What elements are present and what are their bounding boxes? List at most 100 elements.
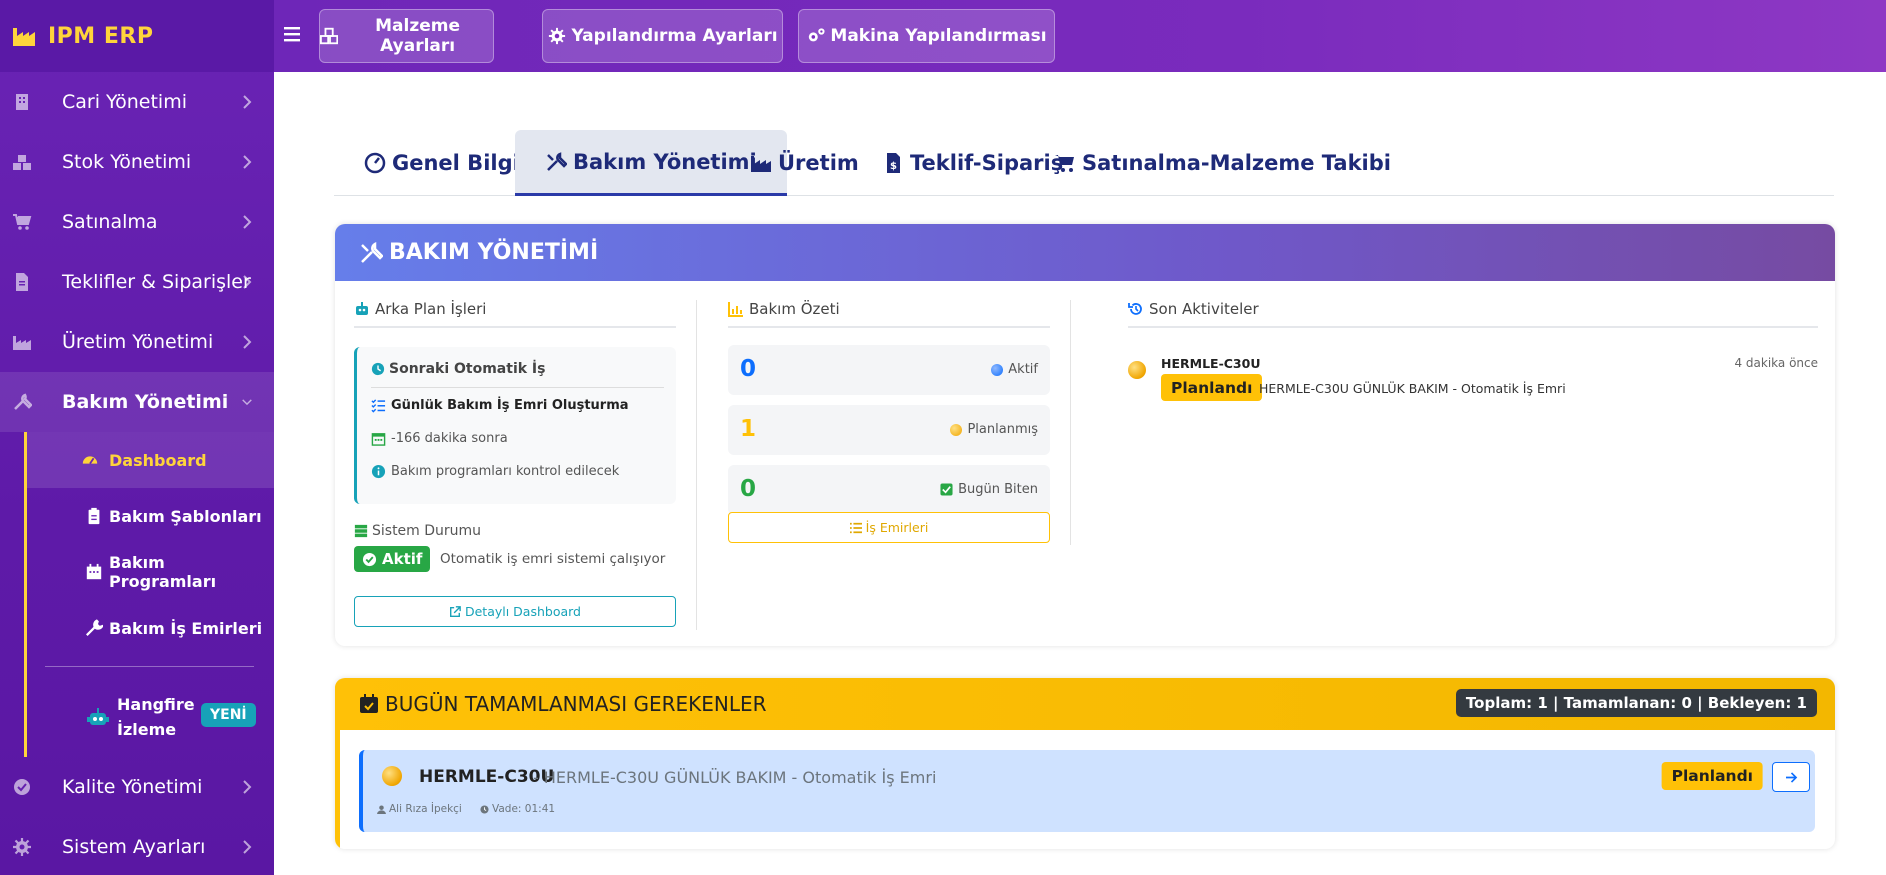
summary-label-text: Planlanmış: [967, 422, 1038, 437]
yapilandirma-ayarlari-button[interactable]: Yapılandırma Ayarları: [542, 9, 783, 63]
list-icon: [849, 522, 862, 533]
yellow-circle-icon: [1128, 361, 1146, 379]
sidebar-item-sistem[interactable]: Sistem Ayarları: [0, 817, 274, 875]
wrench-icon: [86, 619, 103, 636]
tab-satinalma-malzeme[interactable]: Satınalma-Malzeme Takibi: [1054, 130, 1391, 196]
hamburger-icon[interactable]: [284, 24, 306, 44]
submenu-divider: [45, 666, 254, 667]
task-description: - HERMLE-C30U GÜNLÜK BAKIM - Otomatik İş…: [533, 768, 937, 787]
heading-label: Son Aktiviteler: [1149, 300, 1259, 318]
clock-icon: [480, 804, 489, 814]
chevron-right-icon: [243, 780, 252, 794]
sidebar-item-label: Sistem Ayarları: [62, 836, 206, 858]
activity-description: HERMLE-C30U GÜNLÜK BAKIM - Otomatik İş E…: [1259, 381, 1566, 396]
makina-yapilandirmasi-button[interactable]: Makina Yapılandırması: [798, 9, 1055, 63]
sidebar-sub-label: Bakım Şablonları: [109, 506, 262, 526]
sidebar-item-stok[interactable]: Stok Yönetimi: [0, 132, 274, 192]
tools-icon: [361, 241, 383, 263]
sidebar-sub-label: Dashboard: [109, 450, 207, 470]
sidebar-sub-dashboard[interactable]: Dashboard: [27, 432, 274, 488]
sidebar-item-teklifler[interactable]: Teklifler & Siparişler: [0, 252, 274, 312]
sidebar-sub-sablonlar[interactable]: Bakım Şablonları: [27, 488, 274, 544]
job-name: Günlük Bakım İş Emri Oluşturma: [391, 398, 629, 413]
summary-label: Aktif: [991, 362, 1038, 377]
tab-label: Bakım Yönetimi: [573, 149, 757, 174]
sidebar-sub-label: Bakım İş Emirleri: [109, 618, 263, 638]
robot-icon: [87, 708, 109, 725]
work-orders-button[interactable]: İş Emirleri: [728, 512, 1050, 543]
summary-value: 0: [740, 476, 757, 502]
sidebar-sub-hangfire[interactable]: Hangfire İzleme YENİ: [27, 677, 274, 757]
top-navbar: Malzeme Ayarları Yapılandırma Ayarları M…: [274, 0, 1886, 72]
tab-uretim[interactable]: Üretim: [750, 130, 859, 196]
cart-icon: [13, 214, 32, 230]
button-label: Makina Yapılandırması: [830, 26, 1047, 46]
task-row[interactable]: HERMLE-C30U - HERMLE-C30U GÜNLÜK BAKIM -…: [359, 750, 1815, 832]
button-label: Yapılandırma Ayarları: [571, 26, 778, 46]
sidebar-item-label: Üretim Yönetimi: [62, 331, 214, 353]
card-title: BUGÜN TAMAMLANMASI GEREKENLER: [385, 692, 767, 716]
sidebar-sub-programlar[interactable]: Bakım Programları: [27, 544, 274, 600]
tools-icon: [14, 393, 32, 410]
summary-value: 1: [740, 416, 757, 442]
industry-icon: [13, 336, 31, 350]
sidebar-item-label: Bakım Yönetimi: [62, 391, 229, 413]
calendar-check-icon: [360, 694, 378, 713]
task-open-button[interactable]: [1772, 762, 1810, 792]
clipboard-icon: [88, 507, 100, 525]
sidebar-sub-is-emirleri[interactable]: Bakım İş Emirleri: [27, 600, 274, 656]
robot-icon: [356, 302, 368, 315]
brand-name: IPM ERP: [48, 23, 154, 49]
tab-label: Üretim: [778, 151, 859, 175]
sidebar-item-label: Stok Yönetimi: [62, 151, 192, 173]
hangfire-label: Hangfire İzleme: [117, 695, 195, 739]
brand[interactable]: IPM ERP: [0, 0, 274, 72]
activity-item[interactable]: HERMLE-C30U 4 dakika önce Planlandı HERM…: [1128, 354, 1818, 404]
sidebar-item-bakim[interactable]: Bakım Yönetimi: [0, 372, 274, 432]
check-circle-icon: [14, 779, 30, 795]
file-invoice-dollar-icon: $: [887, 153, 900, 173]
next-job-title: Sonraki Otomatik İş: [371, 361, 545, 377]
tab-label: Teklif-Sipariş: [910, 151, 1064, 175]
next-job-box: Sonraki Otomatik İş Günlük Bakım İş Emri…: [354, 347, 676, 504]
sidebar-item-label: Kalite Yönetimi: [62, 776, 203, 798]
today-tasks-header: BUGÜN TAMAMLANMASI GEREKENLER Toplam: 1 …: [335, 678, 1835, 849]
heading-label: Arka Plan İşleri: [375, 300, 487, 318]
malzeme-ayarlari-button[interactable]: Malzeme Ayarları: [319, 9, 494, 63]
job-note: Bakım programları kontrol edilecek: [391, 464, 620, 479]
sidebar-item-label: Cari Yönetimi: [62, 91, 187, 113]
job-note-row: Bakım programları kontrol edilecek: [371, 464, 619, 479]
clock-icon: [371, 362, 385, 376]
chevron-down-icon: [242, 399, 252, 406]
check-square-icon: [940, 483, 953, 496]
button-label: Detaylı Dashboard: [464, 604, 581, 619]
industry-icon: [751, 156, 771, 172]
summary-label-text: Aktif: [1008, 362, 1038, 377]
button-label: Malzeme Ayarları: [375, 16, 461, 56]
file-invoice-icon: [16, 273, 28, 291]
detailed-dashboard-button[interactable]: Detaylı Dashboard: [354, 596, 676, 627]
today-tasks-card: BUGÜN TAMAMLANMASI GEREKENLER Toplam: 1 …: [335, 678, 1835, 849]
tab-teklif-siparis[interactable]: $ Teklif-Sipariş: [882, 130, 1063, 196]
sidebar-item-kalite[interactable]: Kalite Yönetimi: [0, 757, 274, 817]
sidebar-item-cari[interactable]: Cari Yönetimi: [0, 72, 274, 132]
task-status-badge: Planlandı: [1661, 762, 1763, 790]
yellow-circle-icon: [950, 423, 963, 436]
summary-planned: 1 Planlanmış: [728, 405, 1050, 455]
tab-bakim-yonetimi[interactable]: Bakım Yönetimi: [515, 130, 787, 196]
info-icon: [371, 464, 386, 479]
chevron-right-icon: [243, 95, 252, 109]
gauge-icon: [364, 152, 386, 174]
cart-icon: [1055, 155, 1074, 172]
sidebar-item-uretim[interactable]: Üretim Yönetimi: [0, 312, 274, 372]
chart-icon: [728, 302, 743, 317]
check-circle-icon: [362, 552, 377, 566]
status-badge: Aktif: [354, 546, 431, 572]
job-time-row: -166 dakika sonra: [371, 431, 508, 446]
sidebar-item-satinalma[interactable]: Satınalma: [0, 192, 274, 252]
sidebar-item-label: Satınalma: [62, 211, 158, 233]
task-user-name: Ali Rıza İpekçi: [389, 803, 462, 815]
yellow-circle-icon: [382, 766, 402, 786]
heading-label: Bakım Özeti: [749, 300, 840, 318]
history-icon: [1128, 303, 1142, 315]
